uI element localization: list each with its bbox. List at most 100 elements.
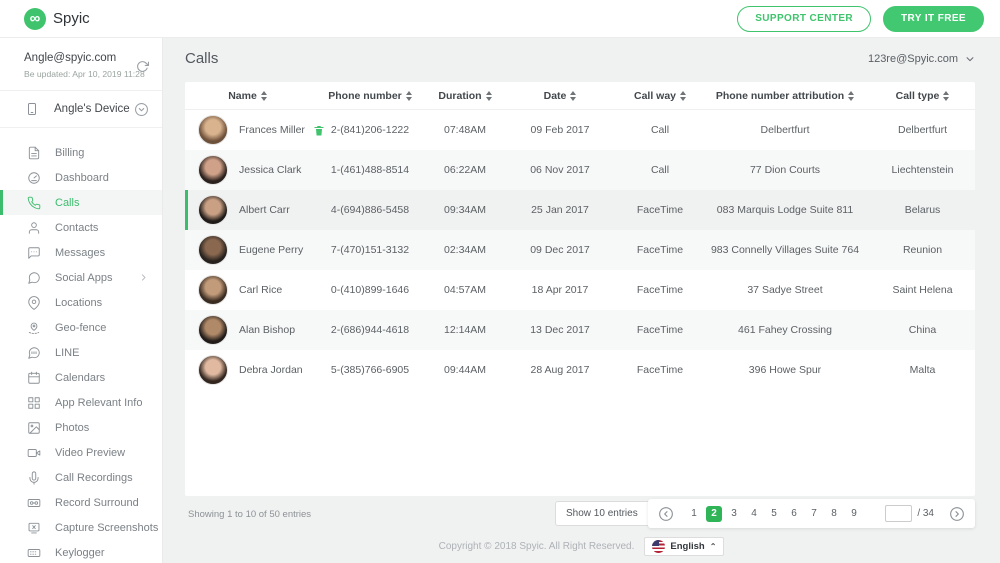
sidebar-item-calls[interactable]: Calls bbox=[0, 190, 162, 215]
sidebar-item-record-surround[interactable]: Record Surround bbox=[0, 490, 162, 515]
table-row-debra-jordan[interactable]: Debra Jordan 5-(385)766-6905 09:44AM 28 … bbox=[185, 350, 975, 390]
sidebar-item-messages[interactable]: Messages bbox=[0, 240, 162, 265]
page-button-3[interactable]: 3 bbox=[724, 508, 744, 519]
date-cell: 18 Apr 2017 bbox=[500, 284, 620, 296]
sidebar-item-label: Social Apps bbox=[55, 272, 112, 284]
table-row-albert-carr[interactable]: Albert Carr 4-(694)886-5458 09:34AM 25 J… bbox=[185, 190, 975, 230]
infinity-icon: ∞ bbox=[24, 8, 46, 30]
page-button-5[interactable]: 5 bbox=[764, 508, 784, 519]
sidebar-item-label: Dashboard bbox=[55, 172, 109, 184]
call-type-cell: Malta bbox=[870, 364, 975, 376]
duration-cell: 09:34AM bbox=[430, 204, 500, 216]
support-center-button[interactable]: SUPPORT CENTER bbox=[737, 6, 871, 32]
avatar bbox=[198, 235, 228, 265]
phone-attribution-cell: 37 Sadye Street bbox=[700, 284, 870, 296]
page-number-list: 123456789 bbox=[684, 506, 864, 522]
try-it-free-button[interactable]: TRY IT FREE bbox=[883, 6, 984, 32]
contact-name: Jessica Clark bbox=[239, 164, 301, 176]
last-updated-text: Be updated: Apr 10, 2019 11:28 bbox=[24, 69, 148, 79]
page-button-6[interactable]: 6 bbox=[784, 508, 804, 519]
table-body: Frances Miller 2-(841)206-1222 07:48AM 0… bbox=[185, 110, 975, 390]
phone-attribution-cell: 396 Howe Spur bbox=[700, 364, 870, 376]
device-selector[interactable]: Angle's Device bbox=[0, 91, 162, 128]
brand-logo[interactable]: ∞ Spyic bbox=[24, 8, 90, 30]
sidebar-item-social-apps[interactable]: Social Apps bbox=[0, 265, 162, 290]
capture-screenshots-icon bbox=[27, 521, 41, 535]
sidebar-item-photos[interactable]: Photos bbox=[0, 415, 162, 440]
sidebar-item-video-preview[interactable]: Video Preview bbox=[0, 440, 162, 465]
account-selector-dropdown[interactable]: 123re@Spyic.com bbox=[868, 53, 975, 65]
photos-icon bbox=[27, 421, 41, 435]
footer: Copyright © 2018 Spyic. All Right Reserv… bbox=[163, 537, 1000, 556]
sidebar-item-calendars[interactable]: Calendars bbox=[0, 365, 162, 390]
column-header-name[interactable]: Name bbox=[185, 90, 310, 102]
phone-attribution-cell: 083 Marquis Lodge Suite 811 bbox=[700, 204, 870, 216]
page-jump-input[interactable] bbox=[885, 505, 912, 522]
duration-cell: 09:44AM bbox=[430, 364, 500, 376]
language-select[interactable]: English ⌃ bbox=[644, 537, 724, 556]
column-header-phone-number-attribution[interactable]: Phone number attribution bbox=[700, 90, 870, 102]
record-surround-icon bbox=[27, 496, 41, 510]
table-row-carl-rice[interactable]: Carl Rice 0-(410)899-1646 04:57AM 18 Apr… bbox=[185, 270, 975, 310]
page-button-1[interactable]: 1 bbox=[684, 508, 704, 519]
call-way-cell: Call bbox=[620, 124, 700, 136]
pagination: 123456789 / 34 bbox=[648, 499, 975, 528]
keylogger-icon bbox=[27, 546, 41, 560]
avatar bbox=[198, 315, 228, 345]
table-row-jessica-clark[interactable]: Jessica Clark 1-(461)488-8514 06:22AM 06… bbox=[185, 150, 975, 190]
page-button-2[interactable]: 2 bbox=[706, 506, 722, 522]
sidebar-item-call-recordings[interactable]: Call Recordings bbox=[0, 465, 162, 490]
page-button-9[interactable]: 9 bbox=[844, 508, 864, 519]
brand-name: Spyic bbox=[53, 10, 90, 27]
page-button-8[interactable]: 8 bbox=[824, 508, 844, 519]
duration-cell: 12:14AM bbox=[430, 324, 500, 336]
topbar: ∞ Spyic SUPPORT CENTER TRY IT FREE bbox=[0, 0, 1000, 38]
refresh-icon[interactable] bbox=[136, 60, 149, 73]
table-header-row: Name Phone number Duration Date Call way… bbox=[185, 82, 975, 110]
column-label: Name bbox=[228, 90, 257, 102]
next-page-icon[interactable] bbox=[949, 506, 965, 522]
video-preview-icon bbox=[27, 446, 41, 460]
sort-icon bbox=[848, 91, 854, 101]
call-type-cell: Delbertfurt bbox=[870, 124, 975, 136]
duration-cell: 04:57AM bbox=[430, 284, 500, 296]
column-label: Call way bbox=[634, 90, 676, 102]
sidebar-item-label: App Relevant Info bbox=[55, 397, 142, 409]
page-button-4[interactable]: 4 bbox=[744, 508, 764, 519]
sidebar-item-label: Call Recordings bbox=[55, 472, 133, 484]
table-row-alan-bishop[interactable]: Alan Bishop 2-(686)944-4618 12:14AM 13 D… bbox=[185, 310, 975, 350]
chevron-down-circle-icon[interactable] bbox=[134, 102, 149, 117]
showing-entries-text: Showing 1 to 10 of 50 entries bbox=[188, 509, 311, 520]
sort-icon bbox=[570, 91, 576, 101]
column-header-phone-number[interactable]: Phone number bbox=[310, 90, 430, 102]
column-header-date[interactable]: Date bbox=[500, 90, 620, 102]
sort-icon bbox=[406, 91, 412, 101]
sidebar-item-keylogger[interactable]: Keylogger bbox=[0, 540, 162, 563]
sidebar-item-contacts[interactable]: Contacts bbox=[0, 215, 162, 240]
column-label: Call type bbox=[896, 90, 940, 102]
sidebar-item-locations[interactable]: Locations bbox=[0, 290, 162, 315]
column-header-call-way[interactable]: Call way bbox=[620, 90, 700, 102]
sidebar-item-billing[interactable]: Billing bbox=[0, 140, 162, 165]
prev-page-icon[interactable] bbox=[658, 506, 674, 522]
calls-icon bbox=[27, 196, 41, 210]
sidebar-item-line[interactable]: LINE bbox=[0, 340, 162, 365]
device-name: Angle's Device bbox=[54, 103, 130, 115]
page-button-7[interactable]: 7 bbox=[804, 508, 824, 519]
call-way-cell: Call bbox=[620, 164, 700, 176]
duration-cell: 06:22AM bbox=[430, 164, 500, 176]
sidebar-item-label: Capture Screenshots bbox=[55, 522, 158, 534]
date-cell: 28 Aug 2017 bbox=[500, 364, 620, 376]
column-header-call-type[interactable]: Call type bbox=[870, 90, 975, 102]
phone-attribution-cell: 983 Connelly Villages Suite 764 bbox=[700, 244, 870, 256]
sidebar-item-capture-screenshots[interactable]: Capture Screenshots bbox=[0, 515, 162, 540]
avatar bbox=[198, 155, 228, 185]
table-row-eugene-perry[interactable]: Eugene Perry 7-(470)151-3132 02:34AM 09 … bbox=[185, 230, 975, 270]
sidebar-item-dashboard[interactable]: Dashboard bbox=[0, 165, 162, 190]
sidebar-item-app-relevant-info[interactable]: App Relevant Info bbox=[0, 390, 162, 415]
sidebar-item-geo-fence[interactable]: Geo-fence bbox=[0, 315, 162, 340]
column-label: Duration bbox=[438, 90, 481, 102]
column-header-duration[interactable]: Duration bbox=[430, 90, 500, 102]
table-row-frances-miller[interactable]: Frances Miller 2-(841)206-1222 07:48AM 0… bbox=[185, 110, 975, 150]
main-content: Calls 123re@Spyic.com Name Phone number … bbox=[163, 38, 1000, 563]
